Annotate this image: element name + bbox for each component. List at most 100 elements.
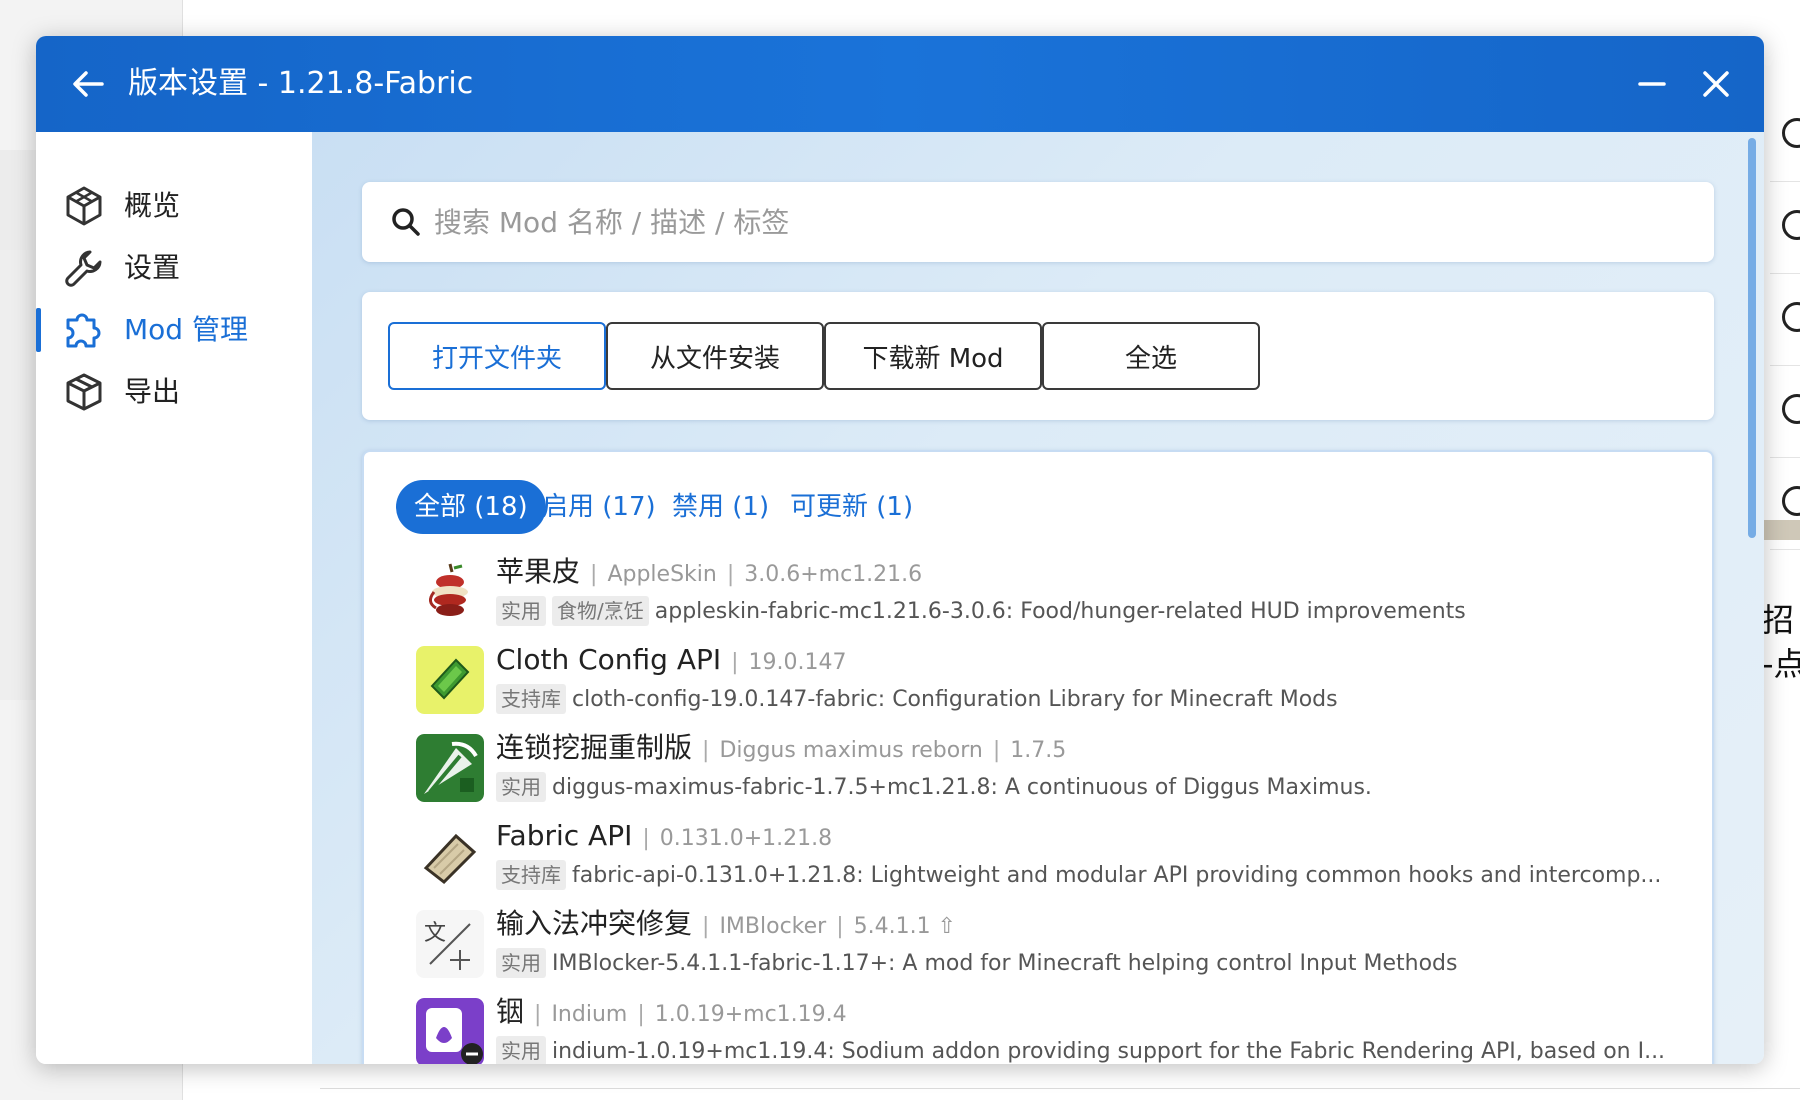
mod-desc-line: 实用 食物/烹饪 appleskin-fabric-mc1.21.6-3.0.6: …	[496, 594, 1696, 630]
mod-version: 1.7.5	[1010, 738, 1067, 763]
pickaxe-icon	[416, 734, 484, 802]
svg-text:文: 文	[424, 921, 446, 946]
sidebar-item-settings[interactable]: 设置	[36, 236, 312, 296]
cloth-config-icon	[416, 646, 484, 714]
install-from-file-button[interactable]: 从文件安装	[606, 322, 824, 390]
background-info-row	[1770, 90, 1800, 182]
title-bar: 版本设置 - 1.21.8-Fabric	[36, 36, 1764, 132]
action-bar: 打开文件夹 从文件安装 下载新 Mod 全选	[362, 292, 1714, 420]
separator: |	[642, 826, 650, 851]
sidebar-item-label: Mod 管理	[124, 313, 248, 346]
mod-id: Indium	[551, 1002, 628, 1027]
close-icon[interactable]	[1696, 64, 1736, 104]
mod-name: 输入法冲突修复	[496, 907, 693, 940]
list-item[interactable]: 连锁挖掘重制版 | Diggus maximus reborn | 1.7.5 实用 di…	[416, 728, 1696, 816]
tab-enabled[interactable]: 启用 (17)	[542, 480, 656, 534]
select-all-button[interactable]: 全选	[1042, 322, 1260, 390]
indium-icon	[416, 998, 484, 1064]
background-info-row	[1770, 274, 1800, 366]
mod-description: indium-1.0.19+mc1.19.4: Sodium addon pro…	[552, 1039, 1666, 1064]
mod-description: appleskin-fabric-mc1.21.6-3.0.6: Food/hu…	[654, 599, 1466, 624]
tag-badge: 实用	[496, 1036, 546, 1064]
separator: |	[702, 914, 710, 939]
search-input[interactable]	[434, 196, 1684, 248]
separator: |	[637, 1002, 645, 1027]
background-info-column	[1770, 90, 1800, 550]
apple-peel-icon	[416, 558, 484, 626]
active-indicator	[36, 308, 41, 352]
sidebar-item-export[interactable]: 导出	[36, 360, 312, 420]
background-divider	[320, 1088, 1800, 1089]
puzzle-icon	[66, 313, 101, 348]
mod-desc-line: 实用 IMBlocker-5.4.1.1-fabric-1.17+: A mod …	[496, 946, 1696, 982]
mod-title-line: 铟 | Indium | 1.0.19+mc1.19.4	[496, 992, 847, 1032]
fabric-scroll-icon	[416, 822, 484, 890]
overview-icon	[66, 186, 102, 226]
mod-name: 连锁挖掘重制版	[496, 731, 693, 764]
version-settings-dialog: 版本设置 - 1.21.8-Fabric 概览 设置 Mod 管理 导出 搜索 …	[36, 36, 1764, 1064]
list-item[interactable]: 铟 | Indium | 1.0.19+mc1.19.4 实用 indium-1.0.19…	[416, 992, 1696, 1064]
tab-disabled[interactable]: 禁用 (1)	[672, 480, 769, 534]
mod-title-line: 连锁挖掘重制版 | Diggus maximus reborn | 1.7.5	[496, 728, 1066, 768]
sidebar-item-label: 导出	[124, 375, 181, 408]
tag-badge: 支持库	[496, 684, 566, 714]
mod-desc-line: 支持库 cloth-config-19.0.147-fabric: Configu…	[496, 682, 1696, 718]
info-icon	[1782, 210, 1800, 240]
search-icon	[392, 208, 420, 236]
mod-title-line: Cloth Config API | 19.0.147	[496, 640, 847, 680]
background-strip	[1762, 520, 1800, 540]
mod-id: IMBlocker	[719, 914, 827, 939]
info-icon	[1782, 486, 1800, 516]
tag-badge: 支持库	[496, 860, 566, 890]
mod-version: 0.131.0+1.21.8	[659, 826, 833, 851]
mod-description: IMBlocker-5.4.1.1-fabric-1.17+: A mod fo…	[552, 951, 1458, 976]
mod-desc-line: 实用 diggus-maximus-fabric-1.7.5+mc1.21.8: …	[496, 770, 1696, 806]
tab-updatable[interactable]: 可更新 (1)	[790, 480, 913, 534]
list-item[interactable]: 苹果皮 | AppleSkin | 3.0.6+mc1.21.6 实用 食物/烹饪 appl…	[416, 552, 1696, 640]
back-arrow-icon[interactable]	[68, 64, 108, 104]
tag-badge: 实用	[496, 596, 546, 626]
mod-name: Cloth Config API	[496, 643, 722, 676]
sidebar-item-overview[interactable]: 概览	[36, 174, 312, 234]
mod-description: cloth-config-19.0.147-fabric: Configurat…	[572, 687, 1338, 712]
vertical-scrollbar[interactable]	[1748, 138, 1756, 538]
search-card	[362, 182, 1714, 262]
mod-desc-line: 支持库 fabric-api-0.131.0+1.21.8: Lightweigh…	[496, 858, 1696, 894]
wrench-icon	[65, 250, 102, 287]
mod-name: 铟	[496, 995, 525, 1028]
list-item[interactable]: Fabric API | 0.131.0+1.21.8 支持库 fabric-api-…	[416, 816, 1696, 904]
mod-title-line: Fabric API | 0.131.0+1.21.8	[496, 816, 832, 856]
sidebar-item-label: 概览	[124, 189, 181, 222]
mod-desc-line: 实用 indium-1.0.19+mc1.19.4: Sodium addon p…	[496, 1034, 1696, 1064]
background-info-row	[1770, 366, 1800, 458]
mod-id: Diggus maximus reborn	[719, 738, 983, 763]
mod-name: 苹果皮	[496, 555, 581, 588]
info-icon	[1782, 302, 1800, 332]
separator: |	[702, 738, 710, 763]
minimize-icon[interactable]	[1632, 64, 1672, 104]
mod-description: fabric-api-0.131.0+1.21.8: Lightweight a…	[572, 863, 1662, 888]
open-folder-button[interactable]: 打开文件夹	[388, 322, 606, 390]
mod-version: 1.0.19+mc1.19.4	[654, 1002, 847, 1027]
mod-description: diggus-maximus-fabric-1.7.5+mc1.21.8: A …	[552, 775, 1372, 800]
sidebar-item-mod-management[interactable]: Mod 管理	[36, 298, 312, 358]
separator: |	[534, 1002, 542, 1027]
mod-title-line: 苹果皮 | AppleSkin | 3.0.6+mc1.21.6	[496, 552, 922, 592]
background-partial-text: 招 -点	[1762, 601, 1800, 683]
list-item[interactable]: Cloth Config API | 19.0.147 支持库 cloth-confi…	[416, 640, 1696, 728]
tag-badge: 实用	[496, 772, 546, 802]
separator: |	[731, 650, 739, 675]
separator: |	[992, 738, 1001, 763]
tag-badge: 实用	[496, 948, 546, 978]
tab-all[interactable]: 全部 (18)	[396, 480, 546, 534]
list-item[interactable]: 文 输入法冲突修复 | IMBlocker | 5.4.1.1 ⇧ 实用 IMBlocke…	[416, 904, 1696, 992]
window-title: 版本设置 - 1.21.8-Fabric	[128, 66, 474, 101]
download-new-mod-button[interactable]: 下载新 Mod	[824, 322, 1042, 390]
sidebar: 概览 设置 Mod 管理 导出	[36, 132, 312, 1064]
tag-badge: 食物/烹饪	[552, 596, 649, 626]
info-icon	[1782, 118, 1800, 148]
mod-list-card: 全部 (18) 启用 (17) 禁用 (1) 可更新 (1) 苹果皮 | App…	[362, 450, 1714, 1064]
separator: |	[726, 562, 735, 587]
mod-title-line: 输入法冲突修复 | IMBlocker | 5.4.1.1 ⇧	[496, 904, 956, 944]
mod-version: 5.4.1.1 ⇧	[853, 914, 957, 939]
